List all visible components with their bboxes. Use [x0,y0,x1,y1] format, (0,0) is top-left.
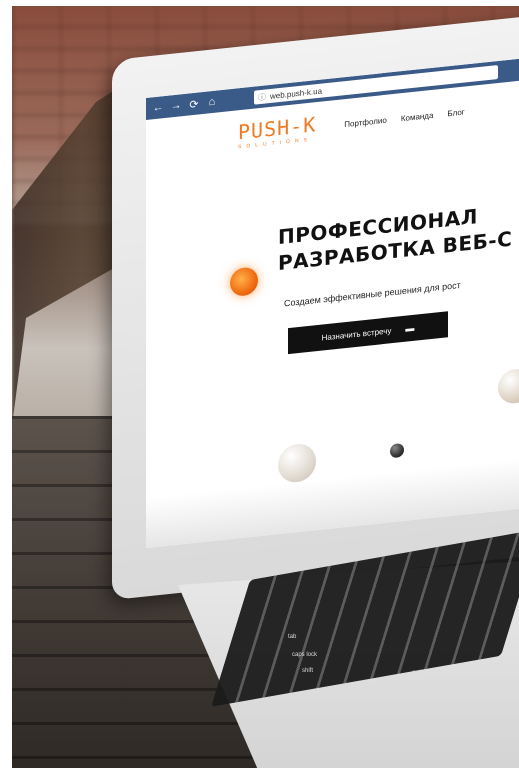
key-caps-lock: caps lock [292,652,318,658]
back-arrow-icon[interactable]: ← [152,101,164,114]
nav-portfolio[interactable]: Портфолио [344,115,387,128]
schedule-meeting-button[interactable]: Назначить встречу ▬ [288,311,448,355]
reload-icon[interactable]: ⟳ [188,97,200,111]
info-icon: ⓘ [258,91,266,102]
beige-orb-left [278,442,316,485]
key-option: option [412,670,429,676]
key-tab: tab [288,634,297,640]
coffee-icon: ▬ [405,322,415,334]
cta-label: Назначить встречу [321,325,392,343]
key-control: control [366,680,385,686]
hero-subtitle: Создаем эффективные решения для рост [284,279,461,309]
site-logo[interactable]: PUSH-K SOLUTIONS [238,112,316,150]
laptop-screen: ← → ⟳ ⌂ ⓘ web.push-k.ua PUSH-K SOLUTIONS… [146,58,519,548]
beige-orb-right [498,367,519,406]
url-text: web.push-k.ua [270,85,323,101]
scroll-dot [390,442,404,459]
hero-title: ПРОФЕССИОНАЛ РАЗРАБОТКА ВЕБ-С [278,193,519,277]
nav-team[interactable]: Команда [401,110,434,122]
nav-blog[interactable]: Блог [447,107,464,118]
key-fn: fn [328,688,334,694]
key-shift: shift [302,668,314,674]
forward-arrow-icon[interactable]: → [170,99,182,112]
home-icon[interactable]: ⌂ [206,95,218,109]
orange-orb [230,266,258,298]
